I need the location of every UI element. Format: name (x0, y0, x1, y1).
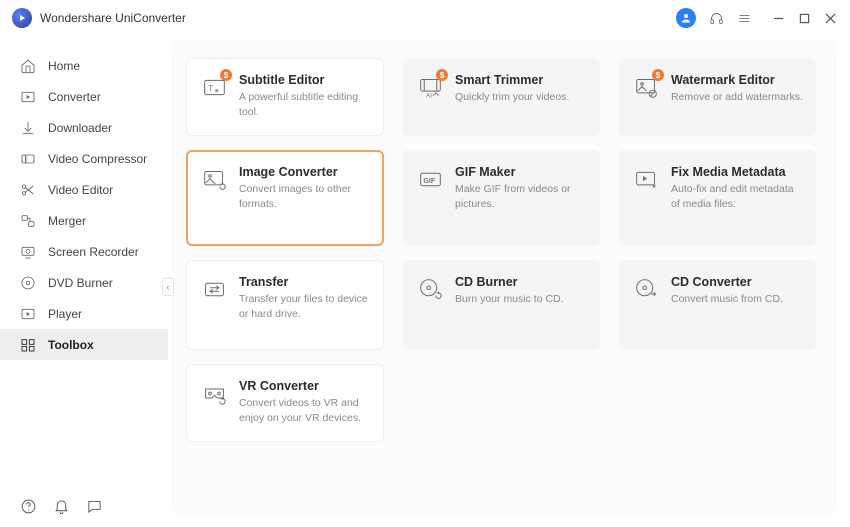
tool-desc: Convert music from CD. (671, 292, 803, 307)
svg-text:AI: AI (426, 92, 432, 99)
tool-image-converter[interactable]: Image Converter Convert images to other … (186, 150, 384, 246)
watermark-icon: $ (633, 74, 659, 100)
sidebar-collapse-handle[interactable]: ‹ (162, 278, 174, 296)
tool-cd-converter[interactable]: CD Converter Convert music from CD. (618, 260, 816, 350)
tool-subtitle-editor[interactable]: T $ Subtitle Editor A powerful subtitle … (186, 58, 384, 136)
tool-vr-converter[interactable]: VR Converter Convert videos to VR and en… (186, 364, 384, 442)
trimmer-icon: AI $ (417, 74, 443, 100)
cd-burner-icon (417, 276, 443, 302)
sidebar-item-recorder[interactable]: Screen Recorder (0, 236, 168, 267)
titlebar-left: Wondershare UniConverter (12, 8, 186, 28)
close-button[interactable] (822, 10, 838, 26)
tool-desc: Auto-fix and edit metadata of media file… (671, 182, 803, 211)
image-converter-icon (201, 166, 227, 192)
transfer-icon (201, 276, 227, 302)
user-avatar-icon[interactable] (676, 8, 696, 28)
premium-badge: $ (220, 69, 232, 81)
tool-title: Subtitle Editor (239, 73, 371, 87)
sidebar-item-label: Video Compressor (48, 152, 147, 166)
tool-title: Watermark Editor (671, 73, 803, 87)
tool-transfer[interactable]: Transfer Transfer your files to device o… (186, 260, 384, 350)
maximize-button[interactable] (796, 10, 812, 26)
tool-title: VR Converter (239, 379, 371, 393)
window-controls (770, 10, 838, 26)
tool-title: GIF Maker (455, 165, 587, 179)
sidebar-item-player[interactable]: Player (0, 298, 168, 329)
tool-desc: Quickly trim your videos. (455, 90, 587, 105)
sidebar-item-compressor[interactable]: Video Compressor (0, 143, 168, 174)
tool-desc: Remove or add watermarks. (671, 90, 803, 105)
sidebar-item-merger[interactable]: Merger (0, 205, 168, 236)
sidebar-item-label: Converter (48, 90, 101, 104)
tool-title: Image Converter (239, 165, 371, 179)
cd-converter-icon (633, 276, 659, 302)
svg-text:GIF: GIF (423, 177, 436, 185)
toolbox-panel: T $ Subtitle Editor A powerful subtitle … (170, 40, 838, 515)
sidebar-item-label: DVD Burner (48, 276, 113, 290)
main-area: T $ Subtitle Editor A powerful subtitle … (168, 36, 850, 527)
app-logo-icon (12, 8, 32, 28)
tool-desc: Make GIF from videos or pictures. (455, 182, 587, 211)
premium-badge: $ (436, 69, 448, 81)
tool-cd-burner[interactable]: CD Burner Burn your music to CD. (402, 260, 600, 350)
menu-icon[interactable] (736, 10, 752, 26)
sidebar: Home Converter Downloader Video Compress… (0, 36, 168, 527)
sidebar-item-editor[interactable]: Video Editor (0, 174, 168, 205)
tool-watermark-editor[interactable]: $ Watermark Editor Remove or add waterma… (618, 58, 816, 136)
scissors-icon (20, 182, 36, 198)
tool-desc: Convert images to other formats. (239, 182, 371, 211)
titlebar: Wondershare UniConverter (0, 0, 850, 36)
chat-icon[interactable] (86, 498, 103, 515)
tool-title: CD Burner (455, 275, 587, 289)
headphones-icon[interactable] (708, 10, 724, 26)
tool-title: CD Converter (671, 275, 803, 289)
disc-icon (20, 275, 36, 291)
tool-smart-trimmer[interactable]: AI $ Smart Trimmer Quickly trim your vid… (402, 58, 600, 136)
sidebar-item-toolbox[interactable]: Toolbox (0, 329, 168, 360)
help-icon[interactable] (20, 498, 37, 515)
sidebar-item-label: Video Editor (48, 183, 113, 197)
app-title: Wondershare UniConverter (40, 11, 186, 25)
svg-text:T: T (208, 84, 213, 93)
tool-gif-maker[interactable]: GIF GIF Maker Make GIF from videos or pi… (402, 150, 600, 246)
titlebar-right (676, 8, 838, 28)
recorder-icon (20, 244, 36, 260)
sidebar-item-label: Screen Recorder (48, 245, 139, 259)
sidebar-item-downloader[interactable]: Downloader (0, 112, 168, 143)
compressor-icon (20, 151, 36, 167)
sidebar-list: Home Converter Downloader Video Compress… (0, 36, 168, 486)
sidebar-item-label: Home (48, 59, 80, 73)
minimize-button[interactable] (770, 10, 786, 26)
sidebar-item-label: Player (48, 307, 82, 321)
sidebar-item-home[interactable]: Home (0, 50, 168, 81)
metadata-icon (633, 166, 659, 192)
sidebar-footer (0, 486, 168, 527)
subtitle-icon: T $ (201, 74, 227, 100)
bell-icon[interactable] (53, 498, 70, 515)
tool-title: Fix Media Metadata (671, 165, 803, 179)
tool-desc: Convert videos to VR and enjoy on your V… (239, 396, 371, 425)
converter-icon (20, 89, 36, 105)
merger-icon (20, 213, 36, 229)
play-icon (20, 306, 36, 322)
premium-badge: $ (652, 69, 664, 81)
sidebar-item-label: Merger (48, 214, 86, 228)
sidebar-item-label: Toolbox (48, 338, 94, 352)
tool-desc: Transfer your files to device or hard dr… (239, 292, 371, 321)
sidebar-item-converter[interactable]: Converter (0, 81, 168, 112)
tool-desc: A powerful subtitle editing tool. (239, 90, 371, 119)
toolbox-icon (20, 337, 36, 353)
vr-icon (201, 380, 227, 406)
home-icon (20, 58, 36, 74)
gif-icon: GIF (417, 166, 443, 192)
tool-fix-metadata[interactable]: Fix Media Metadata Auto-fix and edit met… (618, 150, 816, 246)
tool-title: Transfer (239, 275, 371, 289)
sidebar-item-label: Downloader (48, 121, 112, 135)
tools-grid: T $ Subtitle Editor A powerful subtitle … (186, 58, 822, 442)
sidebar-item-dvd[interactable]: DVD Burner (0, 267, 168, 298)
tool-desc: Burn your music to CD. (455, 292, 587, 307)
download-icon (20, 120, 36, 136)
tool-title: Smart Trimmer (455, 73, 587, 87)
